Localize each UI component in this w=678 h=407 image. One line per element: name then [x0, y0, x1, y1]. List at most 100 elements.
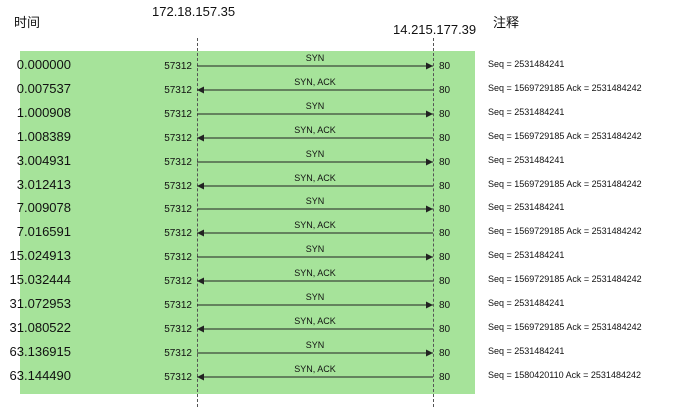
arrow-left-icon [197, 325, 433, 333]
destination-port: 80 [439, 84, 451, 96]
destination-port: 80 [439, 323, 451, 335]
packet-note: Seq = 1569729185 Ack = 2531484242 [488, 178, 642, 189]
packet-row[interactable]: 7.009078 57312 SYN 80 Seq = 2531484241 [0, 196, 678, 219]
packet-note: Seq = 1569729185 Ack = 2531484242 [488, 321, 642, 332]
source-port: 57312 [164, 132, 192, 144]
source-port: 57312 [164, 347, 192, 359]
arrow-right-icon [197, 253, 433, 261]
packet-time: 31.080522 [9, 319, 71, 335]
arrow-right-icon [197, 158, 433, 166]
source-port: 57312 [164, 371, 192, 383]
time-column-header: 时间 [14, 15, 41, 30]
arrowhead [197, 325, 204, 333]
packet-note: Seq = 1569729185 Ack = 2531484242 [488, 82, 642, 93]
packet-note: Seq = 1569729185 Ack = 2531484242 [488, 274, 642, 285]
destination-port: 80 [439, 156, 451, 168]
packet-row[interactable]: 0.000000 57312 SYN 80 Seq = 2531484241 [0, 53, 678, 76]
packet-row[interactable]: 15.032444 57312 SYN, ACK 80 Seq = 1569729185… [0, 268, 678, 291]
destination-port: 80 [439, 252, 451, 264]
destination-port: 80 [439, 180, 451, 192]
arrowhead [426, 158, 433, 166]
packet-row[interactable]: 63.136915 57312 SYN 80 Seq = 2531484241 [0, 340, 678, 363]
packet-row[interactable]: 0.007537 57312 SYN, ACK 80 Seq = 1569729185 … [0, 77, 678, 100]
packet-note: Seq = 2531484241 [488, 154, 565, 165]
destination-port: 80 [439, 228, 451, 240]
destination-port: 80 [439, 276, 451, 288]
packet-time: 3.012413 [16, 176, 71, 192]
arrowhead [426, 349, 433, 357]
arrow-left-icon [197, 229, 433, 237]
destination-port: 80 [439, 108, 451, 120]
source-port: 57312 [164, 228, 192, 240]
packet-time: 31.072953 [9, 296, 71, 311]
arrowhead [426, 253, 433, 261]
packet-time: 1.000908 [16, 104, 71, 120]
source-port: 57312 [164, 84, 192, 96]
notes-column-header: 注释 [493, 15, 520, 30]
destination-port: 80 [439, 132, 451, 144]
packet-note: Seq = 2531484241 [488, 59, 565, 69]
arrowhead [197, 182, 204, 189]
packet-time: 3.004931 [16, 152, 71, 168]
packet-time: 0.000000 [16, 57, 71, 72]
destination-host-header: 14.215.177.39 [393, 22, 477, 37]
destination-port: 80 [439, 347, 451, 359]
destination-port: 80 [439, 300, 451, 311]
packet-note: Seq = 2531484241 [488, 250, 565, 261]
packet-time: 7.009078 [16, 200, 71, 216]
packet-row[interactable]: 1.000908 57312 SYN 80 Seq = 2531484241 [0, 101, 678, 124]
packet-time: 63.136915 [9, 343, 71, 359]
arrow-right-icon [197, 110, 433, 118]
arrow-right-icon [197, 301, 433, 309]
packet-row[interactable]: 15.024913 57312 SYN 80 Seq = 2531484241 [0, 244, 678, 267]
source-port: 57312 [164, 300, 192, 311]
packet-row[interactable]: 3.012413 57312 SYN, ACK 80 Seq = 1569729185 … [0, 173, 678, 196]
packet-note: Seq = 2531484241 [488, 298, 565, 308]
arrowhead [426, 301, 433, 309]
packet-time: 15.024913 [9, 248, 71, 264]
packet-note: Seq = 1580420110 Ack = 2531484242 [488, 369, 641, 380]
packet-note: Seq = 2531484241 [488, 106, 565, 117]
arrow-right-icon [197, 205, 433, 213]
packet-row[interactable]: 31.080522 57312 SYN, ACK 80 Seq = 1569729185… [0, 316, 678, 339]
destination-port: 80 [439, 61, 451, 72]
packet-time: 7.016591 [16, 224, 71, 240]
packet-time: 63.144490 [9, 367, 71, 383]
arrow-right-icon [197, 349, 433, 357]
packet-row[interactable]: 63.144490 57312 SYN, ACK 80 Seq = 1580420110… [0, 364, 678, 387]
packet-note: Seq = 2531484241 [488, 345, 565, 356]
arrow-left-icon [197, 373, 433, 381]
packet-time: 15.032444 [9, 272, 71, 288]
source-port: 57312 [164, 276, 192, 288]
arrow-left-icon [197, 182, 433, 189]
destination-port: 80 [439, 204, 451, 216]
packet-row[interactable]: 31.072953 57312 SYN 80 Seq = 2531484241 [0, 292, 678, 315]
packet-time: 0.007537 [16, 80, 71, 96]
arrowhead [197, 134, 204, 142]
arrowhead [197, 86, 204, 94]
arrow-right-icon [197, 62, 433, 70]
arrowhead [426, 205, 433, 213]
source-port: 57312 [164, 252, 192, 264]
arrowhead [426, 110, 433, 118]
source-port: 57312 [164, 61, 192, 72]
source-port: 57312 [164, 323, 192, 335]
packet-time: 1.008389 [16, 128, 71, 144]
arrowhead [197, 277, 204, 285]
packet-note: Seq = 1569729185 Ack = 2531484242 [488, 226, 642, 237]
source-port: 57312 [164, 180, 192, 192]
source-port: 57312 [164, 156, 192, 168]
arrowhead [197, 373, 204, 381]
source-host-header: 172.18.157.35 [152, 4, 236, 19]
source-port: 57312 [164, 108, 192, 120]
packet-note: Seq = 1569729185 Ack = 2531484242 [488, 130, 642, 141]
packet-row[interactable]: 3.004931 57312 SYN 80 Seq = 2531484241 [0, 149, 678, 172]
arrow-left-icon [197, 86, 433, 94]
arrow-left-icon [197, 277, 433, 285]
packet-row[interactable]: 7.016591 57312 SYN, ACK 80 Seq = 1569729185 … [0, 220, 678, 243]
arrowhead [197, 229, 204, 237]
arrow-left-icon [197, 134, 433, 142]
packet-note: Seq = 2531484241 [488, 202, 565, 213]
arrowhead [426, 62, 433, 70]
packet-row[interactable]: 1.008389 57312 SYN, ACK 80 Seq = 1569729185 … [0, 125, 678, 148]
